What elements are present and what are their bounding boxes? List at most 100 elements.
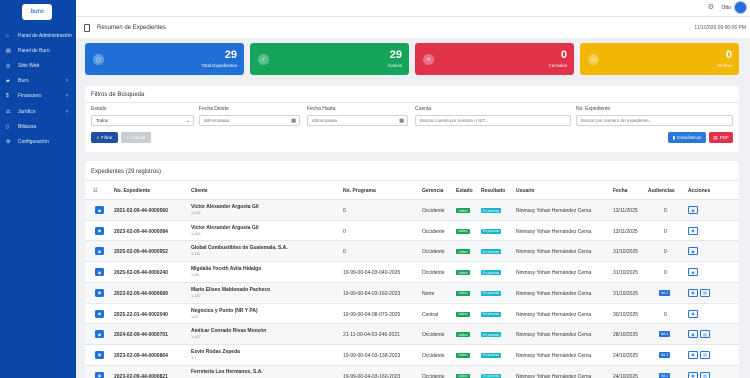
sidebar-item-3[interactable]: ▰ Buro › [0, 74, 76, 89]
sidebar-item-5[interactable]: ⚖ Jurídico › [0, 104, 76, 119]
table-row[interactable]: ◉ 2023-02-09-44-0000864 Esvin Rodas Zepeda… [85, 343, 739, 365]
expediente-number[interactable]: 2023-02-09-44-0000864 [114, 353, 168, 359]
expediente-number[interactable]: 2023-02-09-44-0000689 [114, 291, 168, 297]
expediente-number[interactable]: 2025-02-09-44-0000240 [114, 270, 168, 276]
calendar-icon[interactable]: ▦ [291, 118, 296, 124]
table-row[interactable]: ◉ 2023-02-09-44-0000689 Mario Eliseo Maldo… [85, 281, 739, 303]
expediente-number[interactable]: 2021-02-09-44-0000560 [114, 208, 168, 214]
audiencias-badge[interactable]: VA 1 [659, 372, 670, 378]
filters-panel: Filtros de Búsqueda Estado Todos ⌄ Fecha… [85, 86, 739, 152]
expediente-number[interactable]: 2025-02-09-44-0000952 [114, 249, 168, 255]
view-action-icon[interactable]: ◉ [688, 288, 698, 297]
expediente-search-input[interactable]: Buscar por número de expediente... [576, 115, 733, 126]
expediente-number[interactable]: 2023-02-09-44-0000821 [114, 374, 168, 378]
cuenta-search-input[interactable]: Buscar cuenta por nombre o NIT... [415, 115, 571, 126]
chevron-right-icon: › [66, 93, 68, 100]
estado-select[interactable]: Todos ⌄ [91, 115, 194, 126]
client-code: 1-7 [191, 355, 197, 360]
column-header: No. Expediente [114, 188, 151, 194]
view-eye-icon[interactable]: ◉ [95, 268, 104, 277]
audiencia-action-icon[interactable]: ▤ [700, 350, 710, 359]
limpiar-button[interactable]: × Limpiar [121, 132, 151, 143]
view-action-icon[interactable]: ◉ [688, 247, 698, 256]
page-title: Resumen de Expedientes [97, 25, 166, 31]
sidebar-item-label: Sitio Web [18, 62, 40, 69]
sidebar-item-label: Panel de Buro [18, 47, 50, 54]
view-action-icon[interactable]: ◉ [688, 330, 698, 339]
sidebar-item-6[interactable]: ▯ Bitácora [0, 119, 76, 134]
fecha-hasta-placeholder: dd/mm/aaaa [312, 118, 338, 123]
programa-number: 0 [343, 228, 346, 235]
avatar[interactable] [734, 1, 747, 14]
table-row[interactable]: ◉ 2025-02-09-44-0000240 Migdalia Yoceth Av… [85, 261, 739, 282]
table-row[interactable]: ◉ 2024-02-09-44-0000701 Amilcar Conrado Ri… [85, 323, 739, 344]
sidebar-item-2[interactable]: ◎ Sitio Web [0, 58, 76, 73]
columns-icon[interactable]: ☷ [93, 188, 97, 194]
view-action-icon[interactable]: ◉ [688, 226, 698, 235]
estadisticas-button[interactable]: ▮ Estadísticas [668, 132, 706, 143]
results-title: Expedientes (29 registros) [91, 169, 162, 175]
sidebar-item-4[interactable]: $ Financiero › [0, 89, 76, 104]
view-eye-icon[interactable]: ◉ [95, 330, 104, 339]
fecha: 13/11/2025 [613, 228, 638, 235]
audiencias-badge[interactable]: VA 1 [659, 351, 670, 358]
audiencias-badge[interactable]: VA 2 [659, 289, 670, 296]
view-eye-icon[interactable]: ◉ [95, 206, 104, 214]
gerencia: Norte [422, 290, 435, 297]
fecha: 24/10/2025 [613, 373, 639, 378]
buro-logo[interactable]: buro [22, 4, 52, 20]
gerencia: Occidente [422, 332, 445, 339]
table-row[interactable]: ◉ 2023-02-09-44-0000084 Victor Alexander A… [85, 219, 739, 241]
fecha-desde-input[interactable]: dd/mm/aaaa ▦ [199, 115, 300, 126]
audiencias-badge[interactable]: VA 1 [659, 331, 670, 338]
expediente-number[interactable]: 2023-02-09-44-0000084 [114, 229, 168, 235]
usuario: Ninmssy Yohan Hernández Cerna [516, 208, 592, 214]
usuario: Ninmssy Yohan Hernández Cerna [516, 228, 592, 235]
fecha: 28/10/2025 [613, 332, 639, 339]
expediente-number[interactable]: 2025-22-01-44-0002040 [114, 312, 168, 318]
view-action-icon[interactable]: ◉ [688, 268, 698, 277]
fecha-hasta-input[interactable]: dd/mm/aaaa ▦ [307, 115, 408, 126]
view-action-icon[interactable]: ◉ [688, 309, 698, 318]
user-name[interactable]: Otto [722, 5, 731, 11]
audiencia-action-icon[interactable]: ▤ [700, 288, 710, 297]
view-action-icon[interactable]: ◉ [688, 371, 698, 378]
pdf-button[interactable]: ▤ PDF [709, 132, 733, 143]
result-badge: En proceso [481, 352, 501, 358]
view-eye-icon[interactable]: ◉ [95, 247, 104, 256]
cuenta-placeholder: Buscar cuenta por nombre o NIT... [420, 118, 489, 123]
sidebar-item-1[interactable]: ▤ Panel de Buro [0, 43, 76, 58]
money-icon: $ [6, 93, 9, 100]
client-name: Victor Alexander Argueta Gil [191, 204, 259, 210]
programa-number: 0 [343, 208, 346, 214]
table-row[interactable]: ◉ 2025-22-01-44-0002040 Negocios y Punto (… [85, 302, 739, 324]
gerencia: Central [422, 311, 439, 318]
audiencias-count: 0 [664, 208, 667, 214]
fecha: 13/11/2025 [613, 208, 638, 214]
stat-card: ▭ 0 Archivo [580, 43, 739, 75]
sidebar-item-0[interactable]: ⌂ Panel de Administración [0, 28, 76, 43]
table-row[interactable]: ◉ 2021-02-09-44-0000560 Victor Alexander A… [85, 199, 739, 220]
view-eye-icon[interactable]: ◉ [95, 350, 104, 359]
view-action-icon[interactable]: ◉ [688, 206, 698, 214]
view-eye-icon[interactable]: ◉ [95, 309, 104, 318]
view-eye-icon[interactable]: ◉ [95, 371, 104, 378]
calendar-icon[interactable]: ▦ [399, 118, 404, 124]
audiencia-action-icon[interactable]: ▤ [700, 330, 710, 339]
view-eye-icon[interactable]: ◉ [95, 288, 104, 297]
table-row[interactable]: ◉ 2023-02-09-44-0000821 Ferretería Los Her… [85, 364, 739, 378]
audiencia-action-icon[interactable]: ▤ [700, 371, 710, 378]
usuario: Ninmssy Yohan Hernández Cerna [516, 332, 592, 339]
result-badge: En proceso [481, 228, 501, 234]
settings-gear-icon[interactable]: ⚙ [708, 3, 714, 11]
expediente-number[interactable]: 2024-02-09-44-0000701 [114, 332, 168, 338]
filtrar-button[interactable]: ⌕ Filtrar [91, 132, 118, 143]
fecha: 24/10/2025 [613, 352, 639, 359]
table-row[interactable]: ◉ 2025-02-09-44-0000952 Global Combustible… [85, 240, 739, 262]
sidebar-item-7[interactable]: ⚙ Configuración [0, 134, 76, 149]
chevron-down-icon: ⌄ [185, 117, 190, 124]
view-eye-icon[interactable]: ◉ [95, 226, 104, 235]
view-action-icon[interactable]: ◉ [688, 350, 698, 359]
logo-text: buro [30, 9, 44, 15]
pdf-label: PDF [719, 135, 729, 140]
